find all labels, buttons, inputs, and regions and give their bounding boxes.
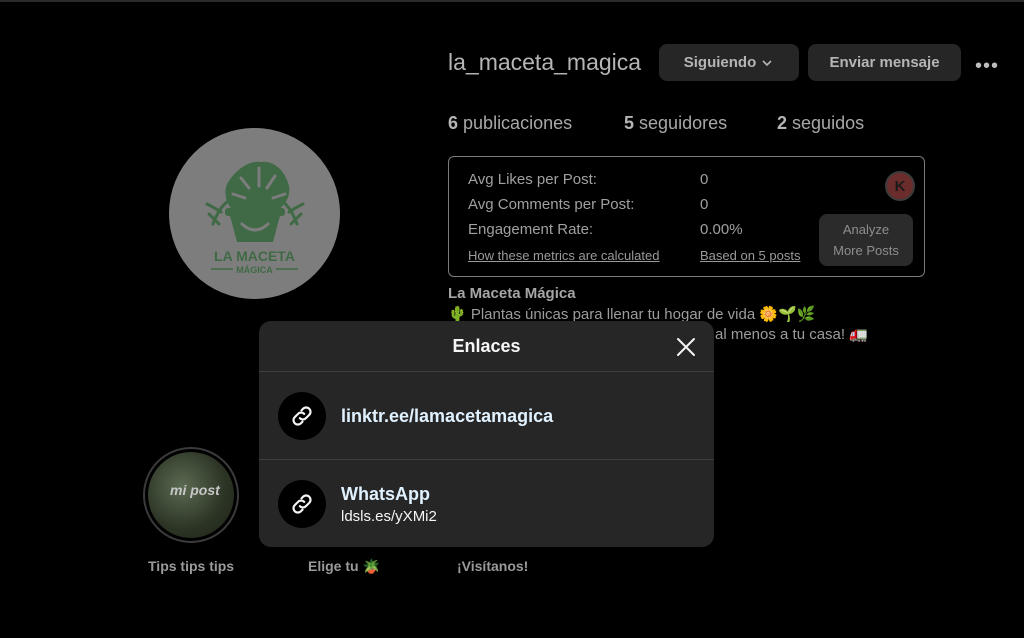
link-row-linktree[interactable]: linktr.ee/lamacetamagica	[259, 372, 714, 458]
based-on-posts-link[interactable]: Based on 5 posts	[700, 248, 800, 263]
analyze-label: Analyze	[842, 222, 890, 237]
following-count-label: seguidos	[792, 113, 865, 133]
following-button[interactable]: Siguiendo	[659, 44, 799, 81]
highlight-tips[interactable]: mi post	[143, 447, 239, 543]
link-row-whatsapp[interactable]: WhatsApp ldsls.es/yXMi2	[259, 460, 714, 546]
highlight-tips-label[interactable]: Tips tips tips	[148, 558, 234, 574]
following-count-number: 2	[777, 113, 788, 133]
highlight-cover-text: mi post	[170, 482, 220, 498]
la-maceta-magica-logo: LA MACETA MÁGICA	[169, 128, 340, 299]
link-url: ldsls.es/yXMi2	[341, 508, 437, 525]
links-dialog: Enlaces linktr.ee/lamacetamagica WhatsAp…	[259, 321, 714, 547]
analyze-more-posts-button[interactable]: Analyze More Posts	[819, 214, 913, 266]
posts-count-label: publicaciones	[463, 113, 573, 133]
extension-logo-icon: K	[885, 171, 915, 201]
profile-username: la_maceta_magica	[448, 49, 642, 75]
more-posts-label: More Posts	[833, 243, 899, 258]
svg-text:LA MACETA: LA MACETA	[214, 248, 295, 264]
send-message-button[interactable]: Enviar mensaje	[808, 44, 961, 81]
more-options-icon[interactable]: •••	[975, 55, 999, 78]
avg-comments-label: Avg Comments per Post:	[468, 196, 635, 213]
engagement-metrics-panel: Avg Likes per Post: 0 Avg Comments per P…	[448, 156, 925, 277]
followers-count-label: seguidores	[639, 113, 728, 133]
following-button-label: Siguiendo	[683, 54, 757, 71]
link-icon	[278, 392, 326, 440]
highlight-elige-label[interactable]: Elige tu 🪴	[308, 558, 380, 575]
following-count[interactable]: 2 seguidos	[777, 113, 864, 134]
link-title: linktr.ee/lamacetamagica	[341, 406, 554, 426]
posts-count-number: 6	[448, 113, 459, 133]
svg-text:MÁGICA: MÁGICA	[236, 265, 273, 275]
bio-name: La Maceta Mágica	[448, 285, 576, 302]
followers-count[interactable]: 5 seguidores	[624, 113, 727, 134]
engagement-rate-value: 0.00%	[700, 221, 743, 238]
profile-avatar[interactable]: LA MACETA MÁGICA	[169, 128, 340, 299]
link-icon	[278, 480, 326, 528]
highlight-visitanos-label[interactable]: ¡Visítanos!	[457, 558, 528, 574]
avg-likes-value: 0	[700, 171, 709, 188]
link-title: WhatsApp	[341, 484, 430, 504]
posts-count: 6 publicaciones	[448, 113, 572, 134]
highlight-cover-image: mi post	[148, 452, 234, 538]
avg-likes-label: Avg Likes per Post:	[468, 171, 597, 188]
close-icon[interactable]	[673, 334, 699, 360]
followers-count-number: 5	[624, 113, 635, 133]
avg-comments-value: 0	[700, 196, 709, 213]
dialog-title: Enlaces	[452, 336, 521, 356]
chevron-down-icon	[762, 59, 772, 66]
metrics-info-link[interactable]: How these metrics are calculated	[468, 248, 659, 263]
engagement-rate-label: Engagement Rate:	[468, 221, 594, 238]
bio-line-2: al menos a tu casa! 🚛	[715, 326, 868, 343]
